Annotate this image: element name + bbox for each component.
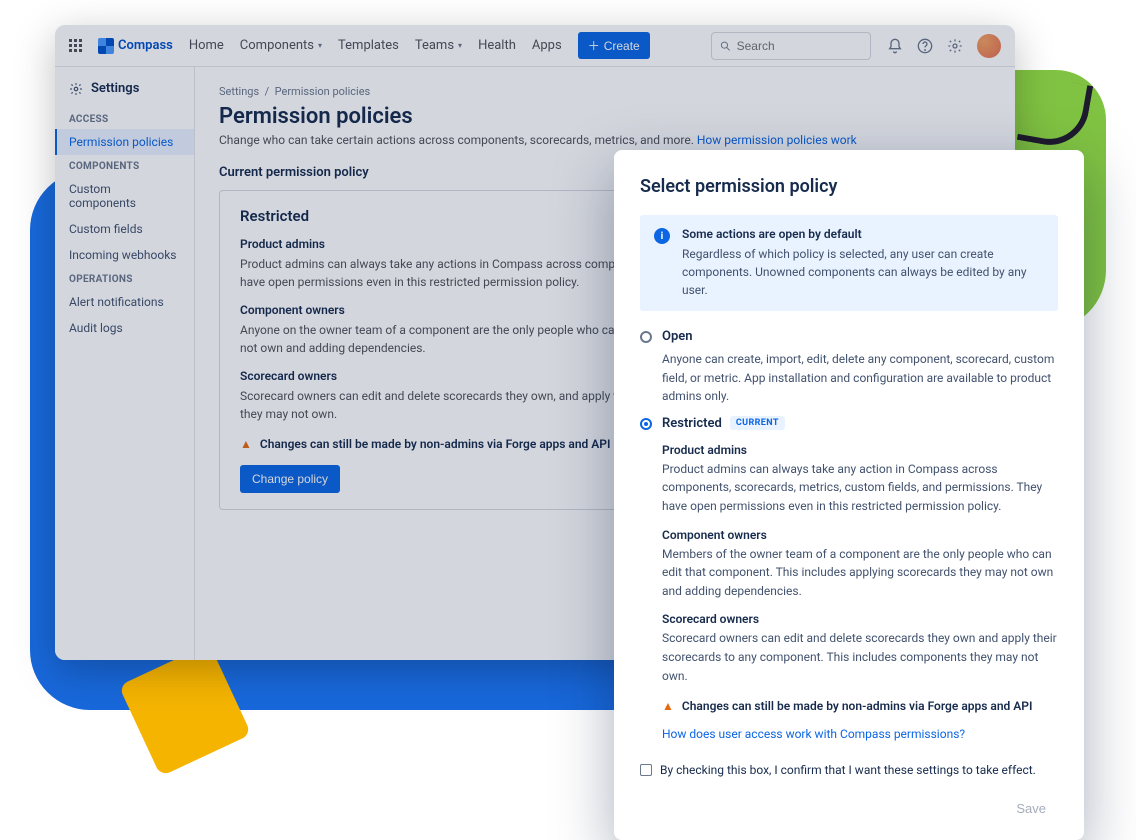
option-open-desc: Anyone can create, import, edit, delete … — [662, 350, 1058, 406]
radio-open[interactable] — [640, 331, 652, 343]
select-policy-dialog: Select permission policy i Some actions … — [614, 150, 1084, 840]
info-icon: i — [654, 228, 670, 244]
option-open-title: Open — [662, 329, 693, 344]
restricted-block-text: Members of the owner team of a component… — [662, 545, 1058, 601]
current-badge: CURRENT — [730, 416, 785, 430]
restricted-block-text: Scorecard owners can edit and delete sco… — [662, 629, 1058, 685]
restricted-block-heading: Scorecard owners — [662, 612, 1058, 626]
save-button[interactable]: Save — [1004, 795, 1058, 822]
restricted-block-heading: Product admins — [662, 443, 1058, 457]
info-banner: i Some actions are open by default Regar… — [640, 215, 1058, 311]
restricted-block-text: Product admins can always take any actio… — [662, 460, 1058, 516]
radio-restricted[interactable] — [640, 418, 652, 430]
confirm-row[interactable]: By checking this box, I confirm that I w… — [640, 763, 1058, 777]
warning-icon: ▲ — [662, 699, 674, 713]
confirm-checkbox[interactable] — [640, 764, 652, 776]
option-open[interactable]: Open Anyone can create, import, edit, de… — [640, 329, 1058, 406]
restricted-block-heading: Component owners — [662, 528, 1058, 542]
how-access-works-link[interactable]: How does user access work with Compass p… — [662, 727, 965, 741]
dialog-title: Select permission policy — [640, 176, 1058, 197]
dialog-warning: Changes can still be made by non-admins … — [682, 699, 1033, 713]
info-text: Regardless of which policy is selected, … — [682, 245, 1044, 299]
info-title: Some actions are open by default — [682, 227, 1044, 241]
option-restricted-title: Restricted — [662, 416, 722, 431]
confirm-label: By checking this box, I confirm that I w… — [660, 763, 1036, 777]
option-restricted[interactable]: Restricted CURRENT — [640, 416, 1058, 431]
